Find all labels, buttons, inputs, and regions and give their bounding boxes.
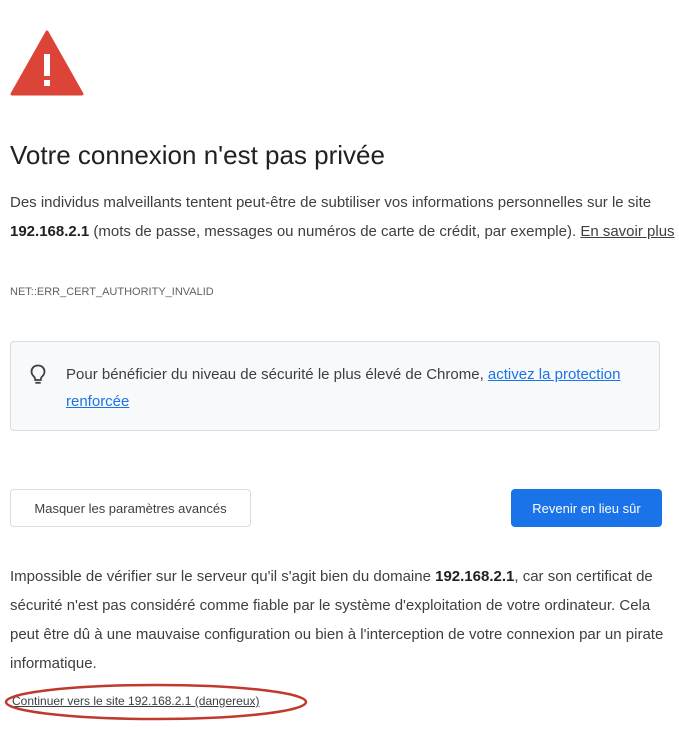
proceed-unsafe-link[interactable]: Continuer vers le site 192.168.2.1 (dang… xyxy=(12,694,259,708)
details-host: 192.168.2.1 xyxy=(435,568,515,585)
lightbulb-icon xyxy=(30,364,46,384)
back-to-safety-button[interactable]: Revenir en lieu sûr xyxy=(511,489,662,527)
details-paragraph: Impossible de vérifier sur le serveur qu… xyxy=(10,562,675,678)
intro-host: 192.168.2.1 xyxy=(10,223,90,240)
intro-text-after: (mots de passe, messages ou numéros de c… xyxy=(89,223,581,240)
learn-more-link[interactable]: En savoir plus xyxy=(580,223,674,240)
error-code: NET::ERR_CERT_AUTHORITY_INVALID xyxy=(10,286,214,298)
hide-advanced-button[interactable]: Masquer les paramètres avancés xyxy=(10,489,251,527)
enhanced-protection-tip: Pour bénéficier du niveau de sécurité le… xyxy=(10,341,660,431)
privacy-error-page: Votre connexion n'est pas privée Des ind… xyxy=(0,0,679,729)
tip-label: Pour bénéficier du niveau de sécurité le… xyxy=(66,366,488,383)
tip-text: Pour bénéficier du niveau de sécurité le… xyxy=(66,361,626,415)
intro-paragraph: Des individus malveillants tentent peut-… xyxy=(10,188,675,246)
warning-triangle-icon xyxy=(10,30,84,96)
intro-text-before: Des individus malveillants tentent peut-… xyxy=(10,194,652,211)
details-text-before: Impossible de vérifier sur le serveur qu… xyxy=(10,568,436,585)
page-title: Votre connexion n'est pas privée xyxy=(10,140,385,170)
